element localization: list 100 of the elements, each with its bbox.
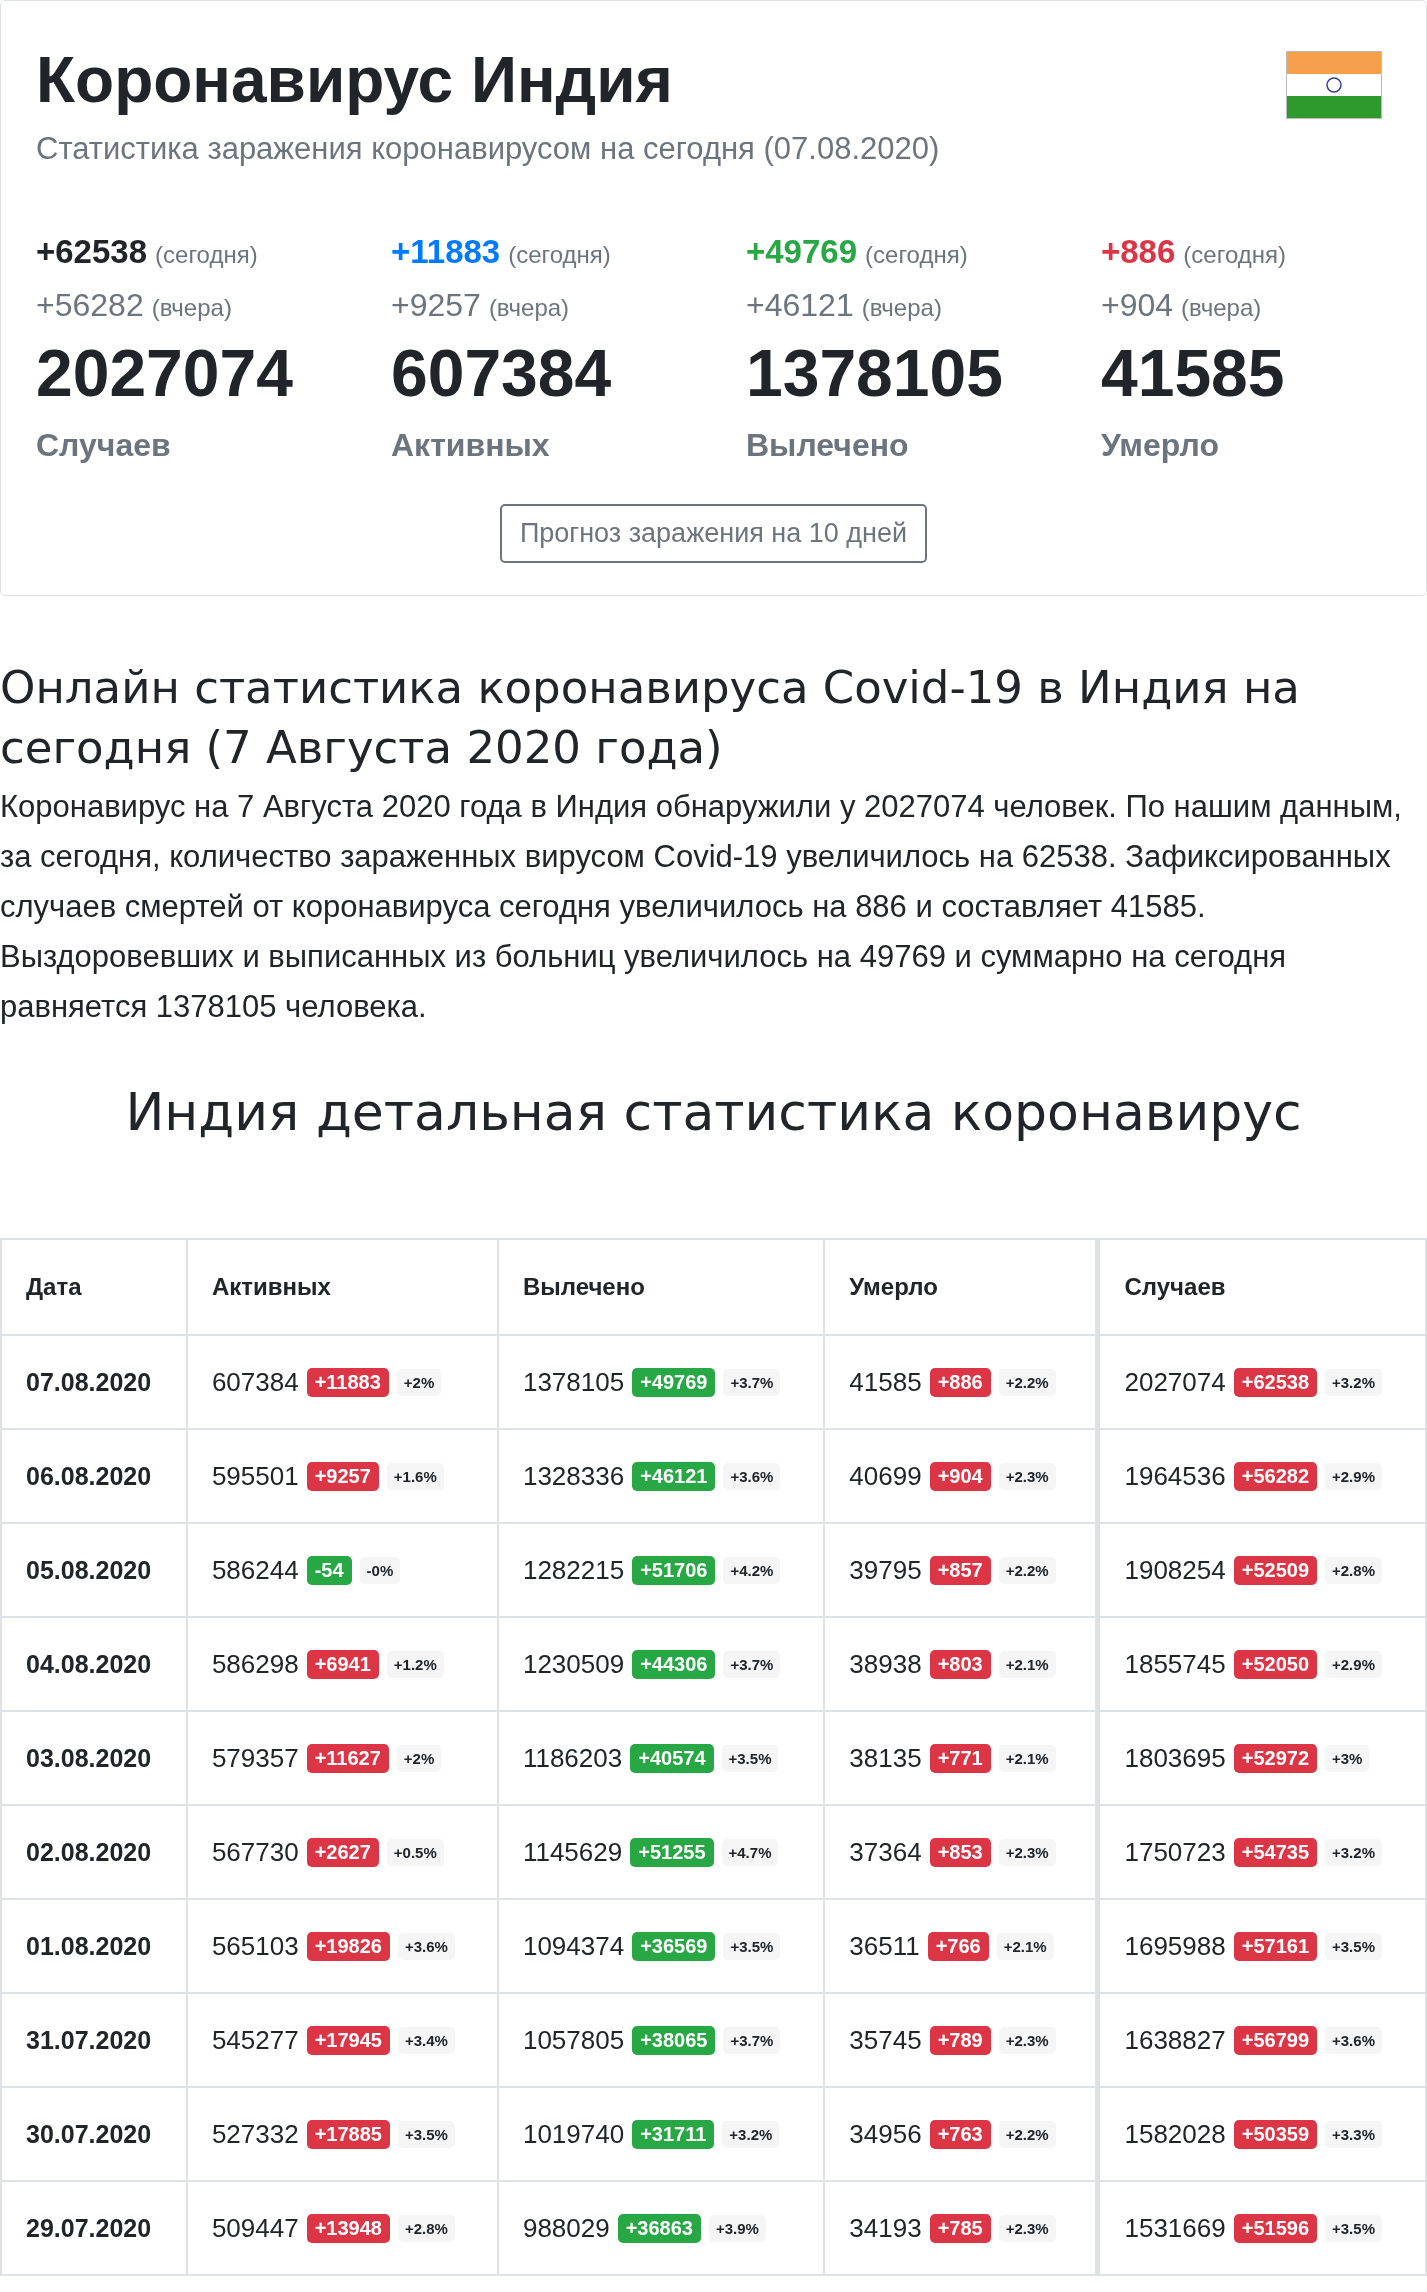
- total-count: 607384: [391, 335, 612, 412]
- change-badge: +40574: [630, 1743, 714, 1773]
- change-badge: +904: [929, 1461, 991, 1491]
- value-text: 1638827: [1124, 2024, 1226, 2056]
- today-label: (сегодня): [1183, 240, 1286, 270]
- table-title: Индия детальная статистика коронавирус: [124, 1082, 1303, 1142]
- value-text: 988029: [522, 2212, 610, 2244]
- column-header: Активных: [186, 1239, 498, 1335]
- value-text: 35745: [849, 2024, 922, 2056]
- percent-badge: +4.7%: [721, 1838, 779, 1866]
- value-text: 41585: [849, 1366, 922, 1398]
- change-badge: +56282: [1233, 1461, 1317, 1491]
- change-badge: +886: [929, 1367, 991, 1397]
- stat-label: Вылечено: [746, 427, 909, 464]
- change-badge: +13948: [306, 2213, 390, 2243]
- yesterday-count: +56282: [36, 286, 144, 325]
- yesterday-count: +9257: [391, 286, 481, 325]
- column-header: Случаев: [1098, 1239, 1426, 1335]
- value-text: 1582028: [1124, 2118, 1226, 2150]
- change-badge: +9257: [306, 1461, 379, 1491]
- today-count: +62538: [36, 232, 148, 272]
- percent-badge: +2%: [396, 1744, 442, 1772]
- change-badge: +56799: [1233, 2025, 1317, 2055]
- value-text: 36511: [849, 1930, 920, 1962]
- date-cell: 03.08.2020: [1, 1711, 187, 1805]
- article-heading: Онлайн статистика коронавируса Covid-19 в Индия на сегодня (7 Августа 2020 года): [0, 660, 1301, 776]
- value-text: 545277: [211, 2024, 299, 2056]
- change-badge: +51255: [630, 1837, 714, 1867]
- value-text: 607384: [211, 1366, 299, 1398]
- page-title: Коронавирус Индия: [36, 43, 673, 117]
- total-count: 2027074: [36, 335, 293, 412]
- change-badge: +11627: [306, 1743, 389, 1773]
- change-badge: +46121: [632, 1461, 716, 1491]
- change-badge: +766: [927, 1931, 989, 1961]
- change-badge: +785: [929, 2213, 991, 2243]
- value-text: 595501: [211, 1460, 299, 1492]
- value-text: 1019740: [522, 2118, 625, 2150]
- change-badge: +11883: [306, 1367, 389, 1397]
- value-text: 1057805: [522, 2024, 625, 2056]
- percent-badge: +3.3%: [1325, 2120, 1382, 2148]
- change-badge: +62538: [1233, 1367, 1317, 1397]
- percent-badge: +2.3%: [998, 1462, 1056, 1490]
- percent-badge: +2.3%: [998, 1838, 1056, 1866]
- change-badge: +36569: [632, 1931, 716, 1961]
- change-badge: +19826: [306, 1931, 390, 1961]
- change-badge: +50359: [1233, 2119, 1317, 2149]
- date-cell: 06.08.2020: [1, 1429, 187, 1523]
- value-text: 39795: [849, 1554, 922, 1586]
- value-text: 1803695: [1124, 1742, 1226, 1774]
- value-text: 40699: [849, 1460, 922, 1492]
- date-cell: 05.08.2020: [1, 1523, 187, 1617]
- change-badge: +51706: [632, 1555, 716, 1585]
- percent-badge: +3.7%: [723, 1368, 781, 1396]
- date-cell: 02.08.2020: [1, 1805, 187, 1899]
- change-badge: +853: [929, 1837, 991, 1867]
- percent-badge: +3.6%: [723, 1462, 781, 1490]
- column-header: Дата: [1, 1239, 187, 1335]
- percent-badge: +2.1%: [998, 1650, 1056, 1678]
- value-text: 1531669: [1124, 2212, 1226, 2244]
- change-badge: -54: [306, 1555, 352, 1585]
- yesterday-label: (вчера): [151, 293, 232, 323]
- value-text: 527332: [211, 2118, 299, 2150]
- value-text: 38938: [849, 1648, 922, 1680]
- subtitle: Статистика заражения коронавирусом на сегодня (07.08.2020): [36, 131, 941, 167]
- percent-badge: +3.6%: [1325, 2026, 1382, 2054]
- change-badge: +763: [929, 2119, 991, 2149]
- value-text: 1282215: [522, 1554, 625, 1586]
- value-text: 586244: [211, 1554, 299, 1586]
- percent-badge: +2%: [396, 1368, 442, 1396]
- article-paragraph: Коронавирус на 7 Августа 2020 года в Индия обнаружили у 2027074 человек. По нашим данным, за сегодня, количество зараженных вирусом Covid-19 увеличилось на 62538. Зафиксированных случаев смертей от коронавируса сегодня увеличилось на 886 и составляет 41585. Выздоровевших и выписанных из больниц увеличилось на 49769 и суммарно на сегодня равняется 1378105 человека.: [0, 788, 1403, 1026]
- percent-badge: +2.8%: [1325, 1556, 1382, 1584]
- forecast-button[interactable]: Прогноз заражения на 10 дней: [499, 504, 928, 563]
- change-badge: +57161: [1233, 1931, 1317, 1961]
- percent-badge: +1.6%: [386, 1462, 444, 1490]
- stat-label: Случаев: [36, 427, 171, 464]
- percent-badge: +3.2%: [1325, 1838, 1382, 1866]
- yesterday-count: +46121: [746, 286, 854, 325]
- percent-badge: +2.8%: [397, 2214, 455, 2242]
- value-text: 1855745: [1124, 1648, 1226, 1680]
- change-badge: +52972: [1233, 1743, 1317, 1773]
- value-text: 34193: [849, 2212, 922, 2244]
- change-badge: +36863: [617, 2213, 701, 2243]
- percent-badge: +4.2%: [723, 1556, 781, 1584]
- percent-badge: +3.4%: [397, 2026, 455, 2054]
- percent-badge: +1.2%: [386, 1650, 444, 1678]
- yesterday-count: +904: [1101, 286, 1174, 325]
- date-cell: 01.08.2020: [1, 1899, 187, 1993]
- change-badge: +789: [929, 2025, 991, 2055]
- date-cell: 29.07.2020: [1, 2181, 187, 2275]
- yesterday-label: (вчера): [861, 293, 942, 323]
- total-count: 1378105: [746, 335, 1003, 412]
- percent-badge: +3.5%: [723, 1932, 781, 1960]
- today-count: +886: [1101, 232, 1176, 272]
- percent-badge: +3.5%: [1325, 1932, 1382, 1960]
- percent-badge: +2.9%: [1325, 1462, 1382, 1490]
- column-header: Вылечено: [497, 1239, 825, 1335]
- percent-badge: +2.2%: [998, 1368, 1056, 1396]
- stat-label: Активных: [391, 427, 550, 464]
- stat-label: Умерло: [1101, 427, 1219, 464]
- change-badge: +2627: [306, 1837, 379, 1867]
